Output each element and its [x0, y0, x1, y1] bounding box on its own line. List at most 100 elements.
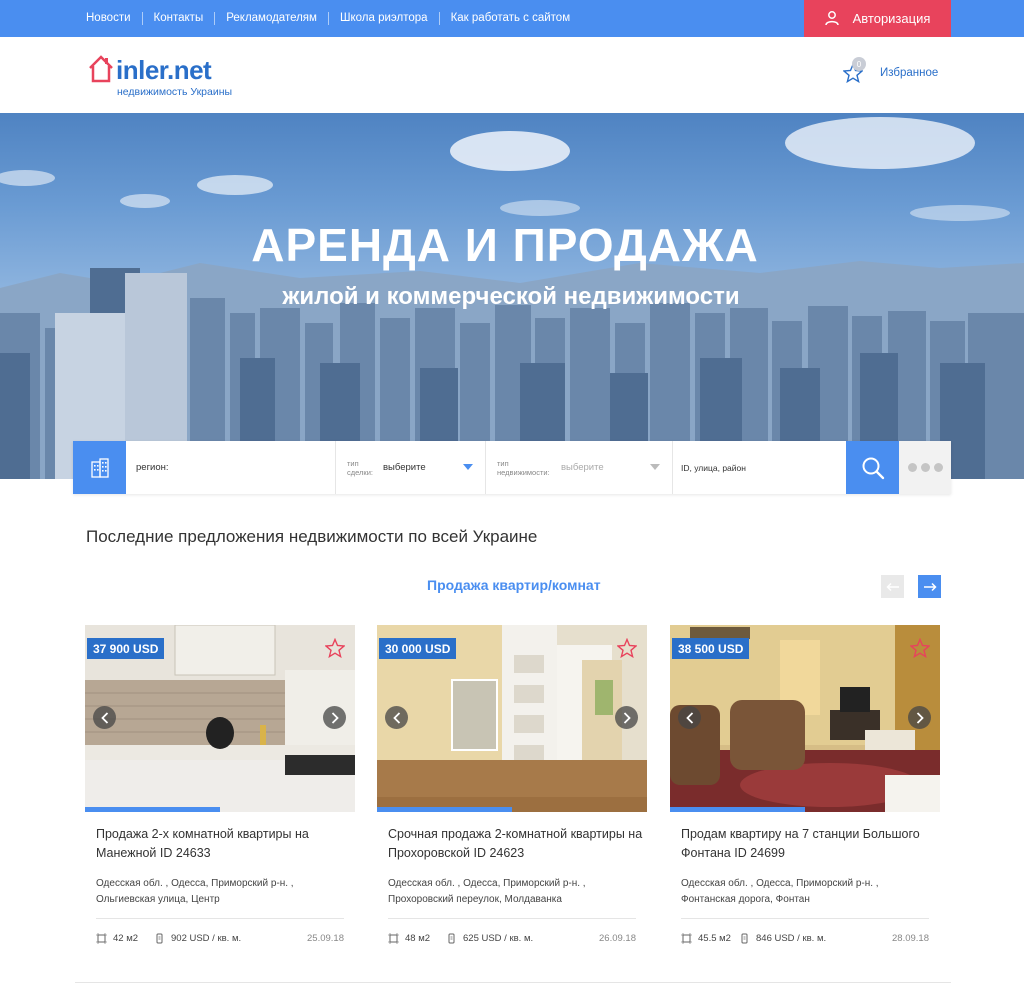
price-per-meter: 625 USD / кв. м. [446, 933, 533, 944]
property-type-label: тип недвижимости: [497, 458, 550, 477]
section-title: Последние предложения недвижимости по вс… [86, 527, 538, 546]
logo-text: inler.net [116, 55, 212, 85]
chevron-left-icon [685, 711, 693, 724]
chevron-left-icon [100, 711, 108, 724]
area-icon [681, 932, 692, 944]
listing-photo[interactable]: 30 000 USD [377, 625, 647, 812]
auth-label: Авторизация [852, 11, 931, 26]
area-icon [388, 932, 399, 944]
property-type-value: выберите [561, 462, 604, 473]
listing-meta: 48 м2 625 USD / кв. м. 26.09.18 [388, 931, 636, 945]
listing-date: 25.09.18 [307, 932, 344, 944]
chevron-left-icon [392, 711, 400, 724]
listing-meta: 45.5 м2 846 USD / кв. м. 28.09.18 [681, 931, 929, 945]
region-field[interactable]: регион: [126, 441, 336, 494]
price-tag-icon [448, 933, 455, 943]
deal-type-value: выберите [383, 462, 426, 473]
region-label: регион: [136, 462, 169, 473]
listing-title[interactable]: Срочная продажа 2-комнатной квартиры на … [388, 825, 643, 863]
photo-prev-button[interactable] [385, 706, 408, 729]
carousel-next-button[interactable] [918, 575, 941, 598]
id-street-placeholder: ID, улица, район [681, 462, 746, 473]
search-bar: регион: тип сделки: выберите тип недвижи… [73, 441, 951, 494]
top-bar: Новости Контакты Рекламодателям Школа ри… [0, 0, 1024, 37]
dot-icon [920, 463, 930, 472]
top-nav-link-contacts[interactable]: Контакты [141, 12, 215, 25]
area-value: 45.5 м2 [698, 932, 731, 944]
chevron-down-icon [463, 464, 473, 470]
arrow-right-icon [923, 582, 937, 591]
hero-title: АРЕНДА И ПРОДАЖА [251, 219, 759, 271]
price-per-meter-value: 902 USD / кв. м. [171, 932, 242, 944]
top-nav-link-how-to[interactable]: Как работать с сайтом [438, 12, 582, 25]
site-header: inler.net недвижимость Украины 0 Избранн… [0, 37, 1024, 113]
tab-apartments-sale[interactable]: Продажа квартир/комнат [427, 577, 601, 593]
photo-prev-button[interactable] [93, 706, 116, 729]
photo-progress-bar [670, 807, 805, 812]
favorites-star-icon: 0 [842, 57, 866, 84]
hero-subtitle: жилой и коммерческой недвижимости [282, 283, 740, 310]
logo[interactable]: inler.net недвижимость Украины [88, 52, 248, 100]
user-icon [824, 11, 839, 26]
property-type-select[interactable]: тип недвижимости: выберите [486, 441, 673, 494]
auth-button[interactable]: Авторизация [804, 0, 951, 37]
listing-date: 26.09.18 [599, 932, 636, 944]
favorites-link[interactable]: 0 Избранное [842, 57, 939, 84]
house-logo-icon [89, 55, 113, 83]
photo-next-button[interactable] [908, 706, 931, 729]
price-badge: 30 000 USD [379, 638, 457, 659]
divider [388, 918, 636, 919]
area: 45.5 м2 [681, 932, 739, 944]
photo-next-button[interactable] [615, 706, 638, 729]
price-badge: 37 900 USD [87, 638, 165, 659]
favorites-label: Избранное [880, 67, 939, 79]
listing-title[interactable]: Продажа 2-х комнатной квартиры на Манежн… [96, 825, 351, 863]
carousel-prev-button[interactable] [881, 575, 904, 598]
chevron-right-icon [916, 711, 924, 724]
area: 48 м2 [388, 932, 446, 944]
listing-card[interactable]: 30 000 USD Срочная продажа 2-комнатной к… [377, 625, 647, 958]
price-per-meter: 902 USD / кв. м. [154, 933, 241, 944]
price-per-meter-value: 846 USD / кв. м. [756, 932, 827, 944]
favorite-star-icon[interactable] [910, 638, 930, 658]
favorite-star-icon[interactable] [617, 638, 637, 658]
dot-icon [907, 463, 917, 472]
deal-type-label: тип сделки: [347, 458, 373, 477]
listing-photo[interactable]: 38 500 USD [670, 625, 940, 812]
favorites-count-badge: 0 [852, 57, 866, 71]
listing-date: 28.09.18 [892, 932, 929, 944]
logo-subtitle: недвижимость Украины [117, 86, 233, 98]
area-value: 42 м2 [113, 932, 139, 944]
chevron-down-icon [650, 464, 660, 470]
id-street-input[interactable]: ID, улица, район [673, 441, 846, 494]
listing-card[interactable]: 37 900 USD Продажа 2-х комнатной квартир… [85, 625, 355, 958]
search-button[interactable] [846, 441, 899, 494]
top-nav-link-advertisers[interactable]: Рекламодателям [214, 12, 328, 25]
divider [75, 982, 951, 983]
listing-title[interactable]: Продам квартиру на 7 станции Большого Фо… [681, 825, 936, 863]
more-options-button[interactable] [899, 441, 951, 494]
dot-icon [933, 463, 943, 472]
hero-banner: АРЕНДА И ПРОДАЖА жилой и коммерческой не… [0, 113, 1024, 479]
listing-address: Одесская обл. , Одесса, Приморский р-н. … [96, 878, 294, 905]
top-nav-link-realtor-school[interactable]: Школа риэлтора [327, 12, 439, 25]
area: 42 м2 [96, 932, 154, 944]
photo-next-button[interactable] [323, 706, 346, 729]
listing-card[interactable]: 38 500 USD Продам квартиру на 7 станции … [670, 625, 940, 958]
building-icon [73, 441, 126, 494]
price-tag-icon [741, 933, 748, 943]
top-nav-link-news[interactable]: Новости [75, 12, 142, 25]
deal-type-select[interactable]: тип сделки: выберите [336, 441, 486, 494]
listing-meta: 42 м2 902 USD / кв. м. 25.09.18 [96, 931, 344, 945]
photo-progress-bar [377, 807, 512, 812]
search-icon [862, 457, 884, 479]
favorite-star-icon[interactable] [325, 638, 345, 658]
divider [96, 918, 344, 919]
listing-address: Одесская обл. , Одесса, Приморский р-н. … [388, 878, 586, 905]
listing-photo[interactable]: 37 900 USD [85, 625, 355, 812]
chevron-right-icon [623, 711, 631, 724]
area-value: 48 м2 [405, 932, 431, 944]
photo-prev-button[interactable] [678, 706, 701, 729]
top-nav: Новости Контакты Рекламодателям Школа ри… [75, 0, 581, 37]
price-per-meter: 846 USD / кв. м. [739, 933, 826, 944]
